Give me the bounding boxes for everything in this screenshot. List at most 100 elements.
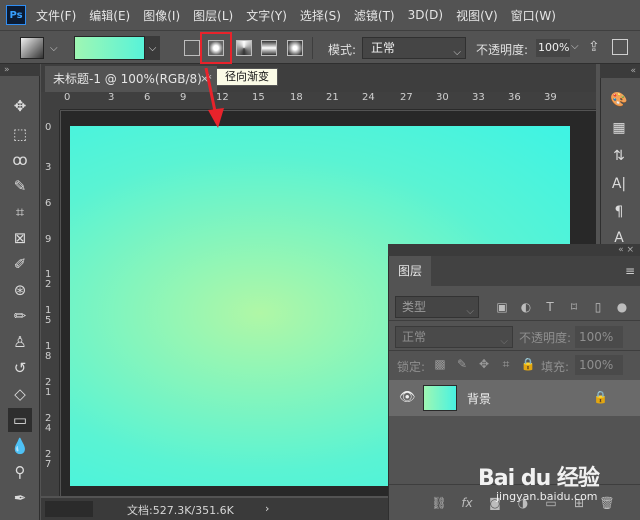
ruler-tick: 3 [45, 162, 52, 173]
properties-icon[interactable]: ⇅ [609, 146, 629, 166]
lock-all-icon[interactable]: 🔒 [521, 357, 536, 371]
color-palette-icon[interactable]: 🎨 [609, 90, 629, 110]
ruler-tick: 1 5 [45, 305, 52, 326]
lock-transparency-icon[interactable]: ▩ [433, 357, 447, 371]
mode-label: 模式: [328, 43, 357, 57]
menu-view[interactable]: 视图(V) [456, 7, 498, 24]
chevron-down-icon: ⌵ [453, 47, 461, 58]
blur-tool-icon[interactable]: 💧 [8, 434, 32, 458]
linear-gradient-button[interactable] [184, 40, 200, 56]
layer-row-background[interactable]: 👁 背景 🔒 [389, 380, 640, 416]
lasso-tool-icon[interactable]: ꝏ [8, 148, 32, 172]
divider [312, 37, 313, 59]
export-icon[interactable]: ⇪ [588, 39, 604, 55]
tools-panel: ✥ ⬚ ꝏ ✎ ⌗ ⊠ ✐ ⊛ ✏ ♙ ↺ ◇ ▭ 💧 ⚲ ✒ [0, 76, 40, 520]
chevron-down-icon[interactable]: ⌵ [50, 43, 58, 54]
opacity-label: 不透明度: [476, 43, 529, 57]
toolbar-collapse-icon[interactable]: » [0, 64, 40, 76]
document-tab[interactable]: 未标题-1 @ 100%(RGB/8) * [45, 66, 217, 92]
status-bar: 文档:527.3K/351.6K › [41, 498, 388, 520]
menu-filter[interactable]: 滤镜(T) [354, 7, 395, 24]
chevron-down-icon[interactable]: ⌵ [571, 41, 579, 52]
ruler-tick: 30 [436, 92, 449, 103]
brush-tool-icon[interactable]: ✏ [8, 304, 32, 328]
adjustment-filter-icon[interactable]: ◐ [519, 300, 533, 314]
reflected-gradient-button[interactable] [261, 40, 277, 56]
lock-position-icon[interactable]: ✥ [477, 357, 491, 371]
ruler-tick: 6 [144, 92, 151, 103]
menu-select[interactable]: 选择(S) [300, 7, 341, 24]
menu-3d[interactable]: 3D(D) [408, 8, 443, 22]
filter-toggle-icon[interactable]: ● [615, 300, 629, 314]
blend-mode-value: 正常 [402, 330, 427, 344]
frame-icon[interactable] [612, 39, 628, 55]
menu-type[interactable]: 文字(Y) [246, 7, 287, 24]
zoom-field[interactable] [45, 501, 93, 517]
panel-collapse-icon[interactable]: « × [388, 244, 640, 256]
opacity-input[interactable]: 100% [536, 39, 570, 57]
stamp-tool-icon[interactable]: ♙ [8, 330, 32, 354]
menu-edit[interactable]: 编辑(E) [89, 7, 130, 24]
menu-window[interactable]: 窗口(W) [511, 7, 556, 24]
swatches-grid-icon[interactable]: ▦ [609, 118, 629, 138]
frame-tool-icon[interactable]: ⊠ [8, 226, 32, 250]
tab-layers[interactable]: 图层 [389, 256, 431, 286]
lock-artboard-icon[interactable]: ⌗ [499, 357, 513, 371]
divider [389, 350, 640, 351]
shape-filter-icon[interactable]: ⌑ [567, 300, 581, 314]
watermark-url: jingyan.baidu.com [496, 490, 598, 503]
move-tool-icon[interactable]: ✥ [8, 94, 32, 118]
crop-tool-icon[interactable]: ⌗ [8, 200, 32, 224]
vertical-ruler[interactable]: 0 3 6 9 1 2 1 5 1 8 2 1 2 4 2 7 [41, 110, 60, 496]
layer-opacity-label: 不透明度: [519, 331, 572, 345]
radial-gradient-highlight [200, 32, 232, 64]
ruler-tick: 27 [400, 92, 413, 103]
gradient-tool-preset-icon[interactable] [20, 37, 44, 59]
eyedropper-tool-icon[interactable]: ✐ [8, 252, 32, 276]
watermark-text: Bai du 经验 [478, 466, 600, 491]
fill-input[interactable]: 100% [575, 355, 623, 375]
ruler-tick: 2 1 [45, 377, 52, 398]
ruler-tick: 6 [45, 198, 52, 209]
ruler-tick: 3 [108, 92, 115, 103]
angle-gradient-button[interactable] [236, 40, 252, 56]
lock-pixels-icon[interactable]: ✎ [455, 357, 469, 371]
chevron-right-icon[interactable]: › [265, 502, 269, 515]
layer-opacity-input[interactable]: 100% [575, 326, 623, 348]
ruler-tick: 9 [180, 92, 187, 103]
gradient-tool-icon[interactable]: ▭ [8, 408, 32, 432]
eye-icon[interactable]: 👁 [399, 390, 416, 405]
ruler-tick: 15 [252, 92, 265, 103]
layer-filter-select[interactable]: 类型 ⌵ [395, 296, 479, 318]
mode-select[interactable]: 正常 ⌵ [362, 37, 466, 59]
dock-collapse-icon[interactable]: « [600, 64, 640, 78]
history-brush-tool-icon[interactable]: ↺ [8, 356, 32, 380]
horizontal-ruler[interactable]: 0 3 6 9 12 15 18 21 24 27 30 33 36 39 [60, 92, 596, 110]
quick-select-tool-icon[interactable]: ✎ [8, 174, 32, 198]
menu-layer[interactable]: 图层(L) [193, 7, 233, 24]
gradient-picker-dropdown[interactable]: ⌵ [144, 36, 160, 60]
menu-file[interactable]: 文件(F) [36, 7, 76, 24]
fill-label: 填充: [541, 360, 570, 374]
dodge-tool-icon[interactable]: ⚲ [8, 460, 32, 484]
link-layers-icon[interactable]: ⛓ [431, 495, 447, 511]
panel-menu-icon[interactable]: ≡ [625, 264, 635, 278]
ruler-tick: 2 7 [45, 449, 52, 470]
blend-mode-select[interactable]: 正常 ⌵ [395, 326, 513, 348]
ruler-tick: 21 [326, 92, 339, 103]
menu-image[interactable]: 图像(I) [143, 7, 180, 24]
healing-brush-tool-icon[interactable]: ⊛ [8, 278, 32, 302]
pixel-filter-icon[interactable]: ▣ [495, 300, 509, 314]
marquee-tool-icon[interactable]: ⬚ [8, 122, 32, 146]
smart-object-filter-icon[interactable]: ▯ [591, 300, 605, 314]
type-filter-icon[interactable]: T [543, 300, 557, 314]
pen-tool-icon[interactable]: ✒ [8, 486, 32, 510]
eraser-tool-icon[interactable]: ◇ [8, 382, 32, 406]
ruler-tick: 1 2 [45, 269, 52, 290]
filter-label: 类型 [402, 300, 427, 314]
character-icon[interactable]: A| [609, 174, 629, 194]
fx-icon[interactable]: fx [459, 495, 475, 511]
diamond-gradient-button[interactable] [287, 40, 303, 56]
lock-icon[interactable]: 🔒 [593, 390, 608, 404]
paragraph-icon[interactable]: ¶ [609, 202, 629, 222]
